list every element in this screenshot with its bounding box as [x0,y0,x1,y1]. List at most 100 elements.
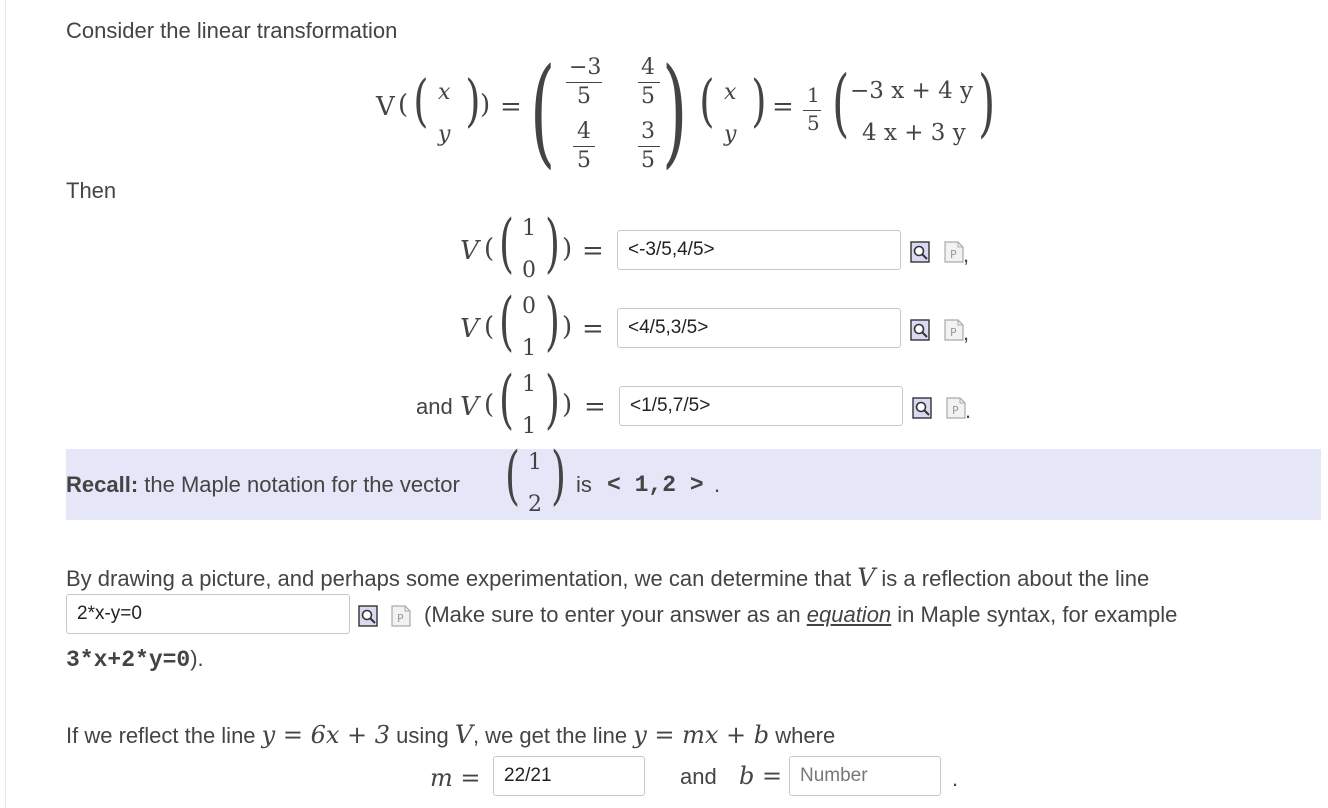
paren: ) [550,439,566,513]
equals-sign: = [584,392,606,422]
and-text: and [416,394,453,419]
p-syntax-icon[interactable]: P [944,319,964,341]
paren: ) [544,207,560,281]
scalar-den: 5 [807,111,820,135]
matrix-a21-den: 5 [577,148,591,173]
comma: , [963,242,970,267]
paren: ( [832,60,850,146]
vector-top: 0 [522,294,536,319]
magnifier-preview-icon[interactable] [910,319,930,341]
matrix-a22-den: 5 [641,148,655,173]
reflection-sentence: By drawing a picture, and perhaps some e… [66,563,1149,592]
paren: ) [978,60,996,146]
svg-text:P: P [950,326,957,339]
paren: ) [562,312,573,342]
matrix-a21-num: 4 [577,119,591,144]
equals-sign: = [582,314,604,344]
syntax-hint-pre: (Make sure to enter your answer as an [424,602,801,627]
paren: ) [465,69,481,134]
matrix-a12-den: 5 [641,84,655,109]
comma: , [963,320,970,345]
vector-bottom: 1 [522,336,536,361]
answer-input-v11[interactable]: <1/5,7/5> [619,386,903,426]
line-equation: y = 6x + 3 [261,721,391,749]
m-input[interactable]: 22/21 [493,756,645,796]
equals-sign: = [772,92,794,122]
recall-period: . [714,472,721,497]
b-label: b = [739,762,783,790]
recall-label: Recall: [66,472,139,497]
paren: ( [484,312,495,342]
magnifier-preview-icon[interactable] [912,397,932,419]
vector-bottom: 1 [522,414,536,439]
svg-text:P: P [952,404,959,417]
reflect-t2: using [396,723,449,748]
reflect-t1: If we reflect the line [66,723,256,748]
result-row2: 4 x + 3 y [862,120,966,146]
paren: ) [751,69,767,134]
magnifier-preview-icon[interactable] [910,241,930,263]
matrix-close-paren: ) [662,42,688,180]
paren: ( [484,390,495,420]
paren: ( [498,285,514,359]
matrix-a12-num: 4 [641,55,655,80]
vector-bottom: 0 [522,258,536,283]
matrix-a22-num: 3 [641,119,655,144]
paren: ( [484,234,495,264]
paren: ( [498,207,514,281]
equals-sign: = [582,236,604,266]
result-row1: −3 x + 4 y [850,78,974,104]
vector-top: 1 [522,216,536,241]
paren: ) [544,363,560,437]
svg-text:P: P [397,612,404,625]
matrix-open-paren: ( [530,42,556,180]
recall-description: the Maple notation for the vector [144,472,460,497]
var-x: x [724,80,737,105]
vector-top: 1 [522,372,536,397]
answer-input-v01[interactable]: <4/5,3/5> [617,308,901,348]
v-symbol: V [460,392,479,422]
syntax-example: 3*x+2*y=0). [66,646,204,673]
paren: ( [413,69,429,134]
p-syntax-icon[interactable]: P [391,605,411,627]
matrix-a11-den: 5 [577,84,591,109]
reflection-text2: is a reflection about the line [881,566,1150,591]
result-line-equation: y = mx + b [633,721,770,749]
v-symbol: V [460,314,479,344]
var-y: y [724,122,737,147]
paren: ( [699,69,715,134]
scalar-num: 1 [807,83,820,107]
reflect-line-sentence: If we reflect the line y = 6x + 3 using … [66,720,835,749]
m-label: m = [430,764,481,792]
period: . [952,766,959,791]
paren: ) [480,90,491,120]
then-text: Then [66,178,117,203]
paren: ( [504,439,520,513]
matrix-a11-num: −3 [569,55,602,80]
reflect-t3: , we get the line [472,723,628,748]
b-input[interactable]: Number [789,756,941,796]
reflection-line-input[interactable]: 2*x-y=0 [66,594,350,634]
v-symbol: V [460,236,479,266]
answer-input-v10[interactable]: <-3/5,4/5> [617,230,901,270]
syntax-hint: (Make sure to enter your answer as an eq… [424,602,1177,628]
left-border [5,0,6,808]
p-syntax-icon[interactable]: P [944,241,964,263]
syntax-hint-post: in Maple syntax, for example [897,602,1178,627]
recall-is: is [576,472,592,497]
v-symbol: V [857,563,876,592]
p-syntax-icon[interactable]: P [946,397,966,419]
example-code: 3*x+2*y=0 [66,647,191,673]
recall-vec-bottom: 2 [528,492,542,517]
reflection-text1: By drawing a picture, and perhaps some e… [66,566,852,591]
v-symbol: V [376,92,395,122]
paren: ) [544,285,560,359]
var-y: y [438,122,451,147]
reflect-t4: where [775,723,836,748]
intro-text: Consider the linear transformation [66,18,398,43]
magnifier-preview-icon[interactable] [358,605,378,627]
equation-link[interactable]: equation [807,602,891,627]
v-symbol: V [454,720,473,749]
period: . [965,398,972,423]
paren: ) [562,234,573,264]
